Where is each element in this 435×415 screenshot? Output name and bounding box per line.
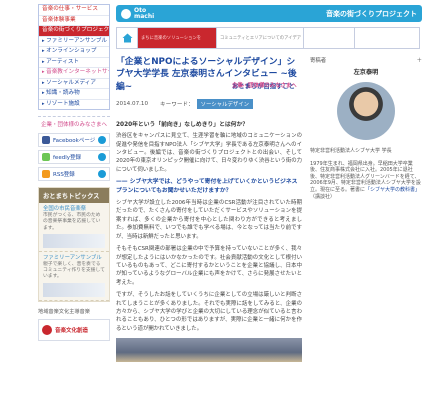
home-button[interactable]: [116, 27, 138, 49]
author-panel: 寄稿者 ＋ 左京泰明 特定非営利活動法人シブヤ大学 学長 1979年生まれ、福岡…: [310, 56, 422, 200]
main-nav: プロジェクト事例 まちに音楽のソリューションを ノート コミュニティとエリアにつ…: [116, 27, 422, 90]
menu-item-artist[interactable]: アーティスト: [39, 58, 109, 68]
partner-link[interactable]: 企業・団体様のみなさまへ: [38, 122, 110, 129]
article: 「企業とNPOによるソーシャルデザイン」シブヤ大学学長 左京泰明さんインタビュー…: [116, 56, 302, 363]
sidebar: 音楽の仕事・サービス 音楽体験事業 音楽の街づくりプロジェクト ファミリーアンサ…: [38, 4, 110, 341]
menu-item-experience[interactable]: 音楽体験事業: [39, 15, 109, 26]
arrow-icon: [98, 136, 106, 144]
menu-item-family-ensemble[interactable]: ファミリーアンサンブル: [39, 37, 109, 47]
topic-item[interactable]: ファミリーアンサンブル 親子で楽しく、音を奏でるコミュニティ作りを支援しています…: [39, 252, 109, 301]
social-links: Facebookページ feedly登録 RSS登録: [38, 133, 110, 181]
article-date: 2014.07.10: [116, 101, 149, 108]
article-paragraph: そもそもCSR関連の部署は企業の中で予算を持っていないことが多く、我々が想定した…: [116, 246, 302, 286]
topic-item[interactable]: 全国の市民音楽祭 市民がつくる、市民のための音楽祭事業を応援しています。: [39, 203, 109, 252]
feedly-label: feedly登録: [53, 155, 81, 161]
nav-goals[interactable]: おとまちが目指すこと: [232, 27, 355, 90]
topic-title: ファミリーアンサンブル: [43, 254, 102, 261]
topics-box: おとまちトピックス 全国の市民音楽祭 市民がつくる、市民のための音楽祭事業を応援…: [38, 187, 110, 302]
author-more-button[interactable]: ＋: [417, 56, 422, 64]
article-title: 「企業とNPOによるソーシャルデザイン」シブヤ大学学長 左京泰明さんインタビュー…: [116, 57, 297, 92]
author-bio-suffix: （講談社）: [310, 193, 336, 200]
author-heading: 寄稿者: [310, 58, 327, 64]
author-avatar: [337, 82, 395, 140]
article-photo: [116, 338, 302, 363]
nav-project-cases[interactable]: プロジェクト事例 まちに音楽のソリューションを: [137, 27, 282, 90]
site-title: 音楽の街づくりプロジェクト: [326, 9, 417, 18]
feedly-link[interactable]: feedly登録: [38, 150, 110, 164]
culture-label: 地域音楽文化主導音楽: [38, 308, 90, 315]
partner-link-box: 企業・団体様のみなさまへ: [38, 116, 110, 129]
arrow-icon: [98, 170, 106, 178]
menu-item-online-shop[interactable]: オンラインショップ: [39, 47, 109, 58]
page: 音楽の仕事・サービス 音楽体験事業 音楽の街づくりプロジェクト ファミリーアンサ…: [0, 0, 435, 415]
interview-question: —— シブヤ大学では、どうやって寄付を上げていくかというビジネスプランについても…: [116, 179, 298, 194]
facebook-link[interactable]: Facebookページ: [38, 133, 110, 147]
rss-link[interactable]: RSS登録: [38, 167, 110, 181]
banner-text: 音楽文化創造: [55, 327, 89, 334]
topics-heading: おとまちトピックス: [39, 188, 109, 203]
home-icon: [122, 33, 132, 43]
article-lead: 2020年という「前向き」なしめきり」とは何か？: [116, 122, 249, 129]
menu-item-resort[interactable]: リゾート施設: [39, 100, 109, 110]
topic-body: 親子で楽しく、音を奏でるコミュニティ作りを支援しています。: [43, 261, 105, 280]
facebook-icon: [42, 136, 50, 144]
author-book-link[interactable]: 「シブヤ大学の教科書」: [365, 187, 420, 193]
facebook-label: Facebookページ: [53, 138, 96, 144]
author-role: 特定非営利活動法人シブヤ大学 学長: [310, 148, 392, 154]
otomachi-logo-icon[interactable]: [121, 8, 131, 19]
rss-label: RSS登録: [53, 172, 75, 178]
article-meta: 2014.07.10 キーワード： ソーシャルデザイン: [116, 99, 302, 110]
article-paragraph: 渋谷区をキャンパスに見立て、生涯学習を軸に地域のコミュニケーションの促進や発信を…: [116, 133, 302, 173]
rss-icon: [42, 170, 50, 178]
site-header: Oto machi 音楽の街づくりプロジェクト: [116, 5, 422, 22]
nav-project-sublabel: まちに音楽のソリューションを: [141, 35, 202, 41]
menu-item-social-media[interactable]: ソーシャルメディア: [39, 79, 109, 89]
site-logo[interactable]: Oto machi: [134, 7, 155, 20]
feedly-icon: [42, 153, 50, 161]
keyword-tag[interactable]: ソーシャルデザイン: [196, 99, 254, 110]
topic-title: 全国の市民音楽祭: [43, 206, 87, 212]
author-bio: 1979年生まれ、福岡県出身。早稲田大学卒業後、住友商事株式会社に入社。2005…: [310, 161, 422, 201]
keyword-label: キーワード：: [160, 102, 194, 109]
nav-partners[interactable]: 企業・団体様のみなさまへ: [232, 27, 420, 89]
service-menu: 音楽の仕事・サービス 音楽体験事業 音楽の街づくりプロジェクト ファミリーアンサ…: [38, 4, 110, 110]
menu-item-town-project[interactable]: 音楽の街づくりプロジェクト: [39, 26, 109, 37]
menu-item-knowledge[interactable]: 知識・読み物: [39, 89, 109, 100]
banner-logo-icon: [42, 324, 52, 335]
article-paragraph: シブヤ大学が設立した2006年当時は企業のCSR活動が注目されていた時期だったの…: [116, 200, 302, 240]
arrow-icon: [98, 153, 106, 161]
nav-note-sublabel: コミュニティとエリアについてのアイデア: [220, 35, 302, 41]
author-header: 寄稿者 ＋: [310, 56, 422, 64]
topic-image: [43, 233, 105, 248]
topic-image: [43, 282, 105, 297]
nav-notes[interactable]: ノート コミュニティとエリアについてのアイデア: [216, 27, 304, 90]
culture-banner[interactable]: 音楽文化創造: [38, 318, 110, 341]
topic-body: 市民がつくる、市民のための音楽祭事業を応援しています。: [43, 213, 101, 231]
article-paragraph: ですが、そうしたお話をしていくうちに企業としての立場は厳しいと判断されてしまうこ…: [116, 292, 302, 332]
author-name: 左京泰明: [353, 69, 379, 76]
menu-item-internet-service[interactable]: 音楽教インターネットサービス: [39, 68, 109, 79]
menu-item-services[interactable]: 音楽の仕事・サービス: [39, 5, 109, 16]
logo-line2: machi: [134, 12, 155, 20]
